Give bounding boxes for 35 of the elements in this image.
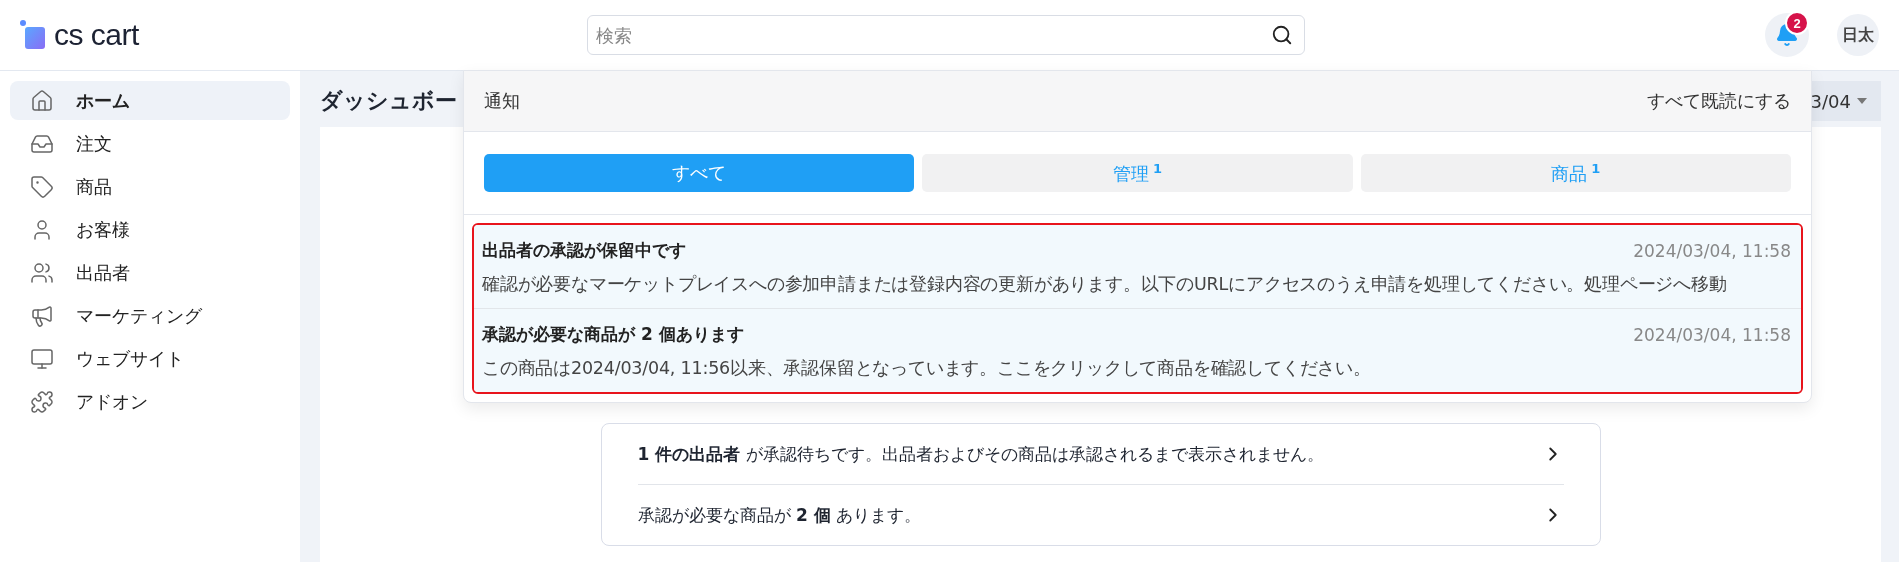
notification-text: 確認が必要なマーケットプレイスへの参加申請または登録内容の更新があります。以下のURLにアクセスのうえ申請を処理してください。処理ページへ移動 (482, 273, 1728, 296)
mark-all-read-button[interactable]: すべて既読にする (1647, 89, 1791, 113)
notification-text: この商品は2024/03/04, 11:56以来、承認保留となっています。ここをクリックして商品を確認してください。 (482, 357, 1372, 380)
sidebar-item[interactable]: 出品者 (10, 253, 290, 292)
logo-icon (20, 20, 46, 50)
notification-count: 2 (1785, 11, 1809, 35)
megaphone-icon (30, 303, 54, 328)
sidebar-item[interactable]: マーケティング (10, 296, 290, 335)
users-icon (30, 260, 54, 285)
dropdown-title: 通知 (484, 89, 520, 113)
notification-time: 2024/03/04, 11:58 (1633, 240, 1791, 261)
caret-icon (1857, 98, 1867, 104)
sidebar-item[interactable]: ウェブサイト (10, 339, 290, 378)
monitor-icon (30, 346, 54, 371)
search-field[interactable]: 検索 (587, 15, 1305, 55)
puzzle-icon (30, 389, 54, 414)
sidebar-item[interactable]: 注文 (10, 124, 290, 163)
notification-item[interactable]: 承認が必要な商品が 2 個あります 2024/03/04, 11:58 この商品は2024/03/04, 11:56以来、承認保留となっています。ここをクリックして商品を確認してください。 (474, 308, 1801, 392)
notification-time: 2024/03/04, 11:58 (1633, 324, 1791, 345)
notifications-button[interactable]: 2 (1765, 13, 1809, 57)
alert-message[interactable]: 承認が必要な商品が 2 個 あります。 (637, 503, 1542, 527)
page-title: ダッシュボー (320, 87, 457, 115)
search-icon[interactable] (1271, 24, 1293, 46)
logo-text: cs cart (54, 18, 139, 52)
notification-title: 承認が必要な商品が 2 個あります (482, 323, 744, 346)
sidebar-item[interactable]: お客様 (10, 210, 290, 249)
sidebar-item[interactable]: ホーム (10, 81, 290, 120)
tag-icon (30, 174, 54, 199)
sidebar-item[interactable]: アドオン (10, 382, 290, 421)
user-avatar[interactable]: 日太 (1837, 14, 1879, 56)
alert-message[interactable]: 1 件の出品者 が承認待ちです。出品者およびその商品は承認されるまで表示されません。 (637, 442, 1542, 466)
sidebar-item[interactable]: 商品 (10, 167, 290, 206)
notification-item[interactable]: 出品者の承認が保留中です 2024/03/04, 11:58 確認が必要なマーケットプレイスへの参加申請または登録内容の更新があります。以下のURLにアクセスのうえ申請を処理してください。処理ページへ移動 (474, 225, 1801, 308)
notification-title: 出品者の承認が保留中です (482, 239, 686, 262)
home-icon (30, 88, 54, 113)
